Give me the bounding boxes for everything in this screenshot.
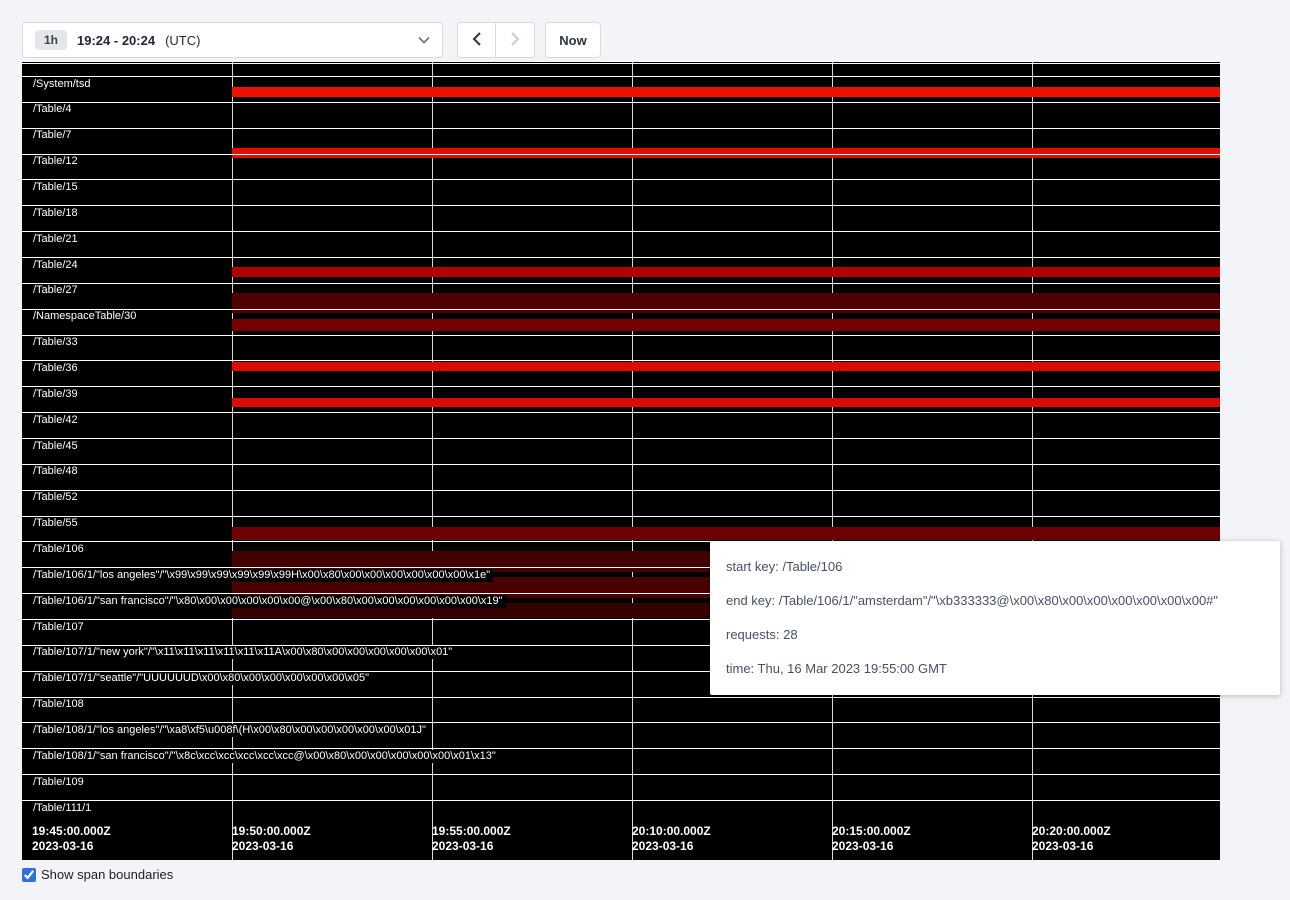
heat-band — [232, 527, 1220, 540]
span-label: /Table/4 — [32, 103, 75, 116]
span-boundary-line — [22, 697, 1220, 698]
x-axis-time-label: 19:55:00.000Z — [432, 824, 511, 839]
time-range-label: 19:24 - 20:24 — [77, 33, 155, 48]
time-gridline — [432, 62, 433, 860]
keyviz-canvas[interactable]: /System/tsd/Table/4/Table/7/Table/12/Tab… — [22, 62, 1220, 860]
chevron-right-icon — [511, 32, 520, 49]
heat-band — [232, 398, 1220, 407]
key-visualizer-page: 1h 19:24 - 20:24 (UTC) Now /System/tsd/T… — [0, 0, 1290, 900]
heat-band — [232, 87, 1220, 97]
previous-time-button[interactable] — [457, 22, 496, 58]
time-window-badge: 1h — [35, 30, 67, 50]
span-boundary-line — [22, 63, 1220, 64]
span-label: /Table/12 — [32, 155, 81, 168]
span-boundary-line — [22, 76, 1220, 77]
tooltip-end-key: end key: /Table/106/1/"amsterdam"/"\xb33… — [726, 584, 1264, 618]
next-time-button[interactable] — [496, 22, 535, 58]
span-label: /Table/109 — [32, 776, 87, 789]
heat-band — [232, 319, 1220, 331]
timezone-label: (UTC) — [165, 33, 200, 48]
span-boundary-line — [22, 412, 1220, 413]
span-boundary-line — [22, 490, 1220, 491]
span-boundary-line — [22, 386, 1220, 387]
span-label: /Table/42 — [32, 414, 81, 427]
span-label: /Table/55 — [32, 517, 81, 530]
span-boundary-line — [22, 257, 1220, 258]
span-boundary-line — [22, 774, 1220, 775]
span-label: /Table/106/1/"los angeles"/"\x99\x99\x99… — [32, 569, 493, 582]
span-label: /Table/33 — [32, 336, 81, 349]
heat-band — [232, 267, 1220, 277]
span-label: /Table/111/1 — [32, 802, 94, 815]
span-boundary-line — [22, 205, 1220, 206]
x-axis-date-label: 2023-03-16 — [432, 839, 493, 854]
span-boundary-line — [22, 179, 1220, 180]
span-boundary-line — [22, 800, 1220, 801]
x-axis-time-label: 20:15:00.000Z — [832, 824, 911, 839]
span-label: /Table/27 — [32, 284, 81, 297]
tooltip-requests: requests: 28 — [726, 618, 1264, 652]
span-tooltip: start key: /Table/106 end key: /Table/10… — [710, 541, 1280, 695]
span-boundary-line — [22, 516, 1220, 517]
span-boundary-line — [22, 231, 1220, 232]
span-boundary-line — [22, 102, 1220, 103]
x-axis-time-label: 19:50:00.000Z — [232, 824, 311, 839]
time-gridline — [832, 62, 833, 860]
time-gridline — [1032, 62, 1033, 860]
x-axis-date-label: 2023-03-16 — [1032, 839, 1093, 854]
span-label: /Table/48 — [32, 465, 81, 478]
span-label: /Table/107/1/"seattle"/"UUUUUUD\x00\x80\… — [32, 672, 372, 685]
span-boundary-line — [22, 283, 1220, 284]
span-boundary-line — [22, 335, 1220, 336]
time-gridline — [632, 62, 633, 860]
span-boundary-line — [22, 438, 1220, 439]
tooltip-time: time: Thu, 16 Mar 2023 19:55:00 GMT — [726, 652, 1264, 686]
span-boundary-line — [22, 360, 1220, 361]
span-label: /Table/24 — [32, 259, 81, 272]
show-span-boundaries-label: Show span boundaries — [41, 867, 173, 882]
span-label: /Table/106/1/"san francisco"/"\x80\x00\x… — [32, 595, 506, 608]
tooltip-start-key: start key: /Table/106 — [726, 550, 1264, 584]
span-label: /Table/107 — [32, 621, 87, 634]
show-span-boundaries-checkbox[interactable] — [22, 868, 36, 882]
span-label: /Table/108/1/"san francisco"/"\x8c\xcc\x… — [32, 750, 499, 763]
span-label: /NamespaceTable/30 — [32, 310, 139, 323]
span-label: /Table/107/1/"new york"/"\x11\x11\x11\x1… — [32, 646, 455, 659]
heat-band — [232, 362, 1220, 371]
chevron-down-icon — [418, 36, 430, 44]
span-label: /Table/108 — [32, 698, 87, 711]
time-range-selector[interactable]: 1h 19:24 - 20:24 (UTC) — [22, 22, 443, 58]
toolbar: 1h 19:24 - 20:24 (UTC) Now — [22, 22, 601, 58]
x-axis-time-label: 19:45:00.000Z — [32, 824, 111, 839]
time-nav-group — [457, 22, 535, 58]
span-boundary-line — [22, 154, 1220, 155]
span-label: /Table/18 — [32, 207, 81, 220]
span-label: /Table/21 — [32, 233, 81, 246]
x-axis-date-label: 2023-03-16 — [232, 839, 293, 854]
span-label: /System/tsd — [32, 78, 93, 91]
x-axis-date-label: 2023-03-16 — [32, 839, 93, 854]
span-label: /Table/7 — [32, 129, 75, 142]
span-boundary-line — [22, 309, 1220, 310]
chevron-left-icon — [472, 32, 481, 49]
show-span-boundaries-control: Show span boundaries — [22, 867, 173, 882]
x-axis-date-label: 2023-03-16 — [832, 839, 893, 854]
x-axis-time-label: 20:20:00.000Z — [1032, 824, 1111, 839]
heat-band — [232, 293, 1220, 313]
span-label: /Table/106 — [32, 543, 87, 556]
x-axis-date-label: 2023-03-16 — [632, 839, 693, 854]
now-button[interactable]: Now — [545, 22, 601, 58]
span-label: /Table/52 — [32, 491, 81, 504]
span-boundary-line — [22, 464, 1220, 465]
span-boundary-line — [22, 128, 1220, 129]
time-gridline — [232, 62, 233, 860]
span-label: /Table/108/1/"los angeles"/"\xa8\xf5\u00… — [32, 724, 429, 737]
span-label: /Table/45 — [32, 440, 81, 453]
span-label: /Table/15 — [32, 181, 81, 194]
x-axis-time-label: 20:10:00.000Z — [632, 824, 711, 839]
span-label: /Table/36 — [32, 362, 81, 375]
span-label: /Table/39 — [32, 388, 81, 401]
